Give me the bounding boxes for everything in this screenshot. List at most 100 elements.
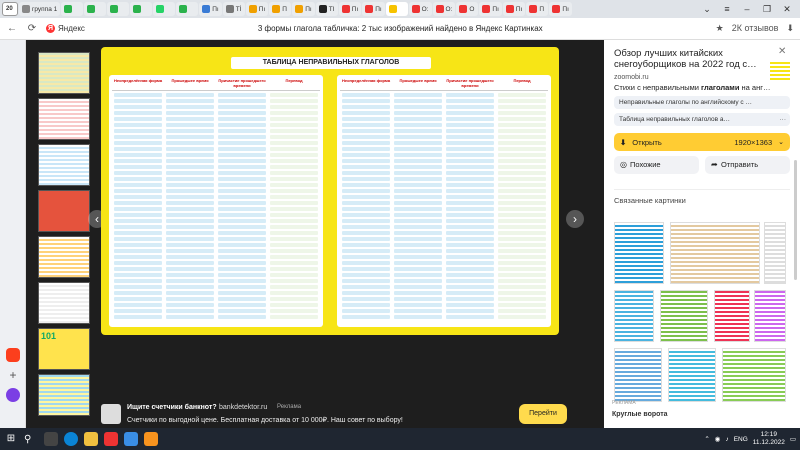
browser-tab[interactable]: О <box>456 2 479 16</box>
thumbnail[interactable] <box>38 52 90 94</box>
bookmark-count[interactable]: 2К отзывов <box>732 23 779 34</box>
table-cell <box>270 285 318 289</box>
related-image[interactable] <box>668 348 716 402</box>
next-image-icon[interactable]: › <box>566 210 584 228</box>
related-image[interactable] <box>714 290 750 342</box>
menu-icon[interactable]: ≡ <box>720 4 734 14</box>
table-cell <box>342 177 390 181</box>
share-button[interactable]: ➦ Отправить <box>705 156 790 174</box>
close-icon[interactable]: ✕ <box>778 46 786 57</box>
browser-tab[interactable] <box>153 2 176 16</box>
browser-tab[interactable] <box>130 2 153 16</box>
ad-title[interactable]: Ищите счетчики банкнот? <box>127 404 217 411</box>
browser-tab[interactable]: П <box>526 2 549 16</box>
add-icon[interactable]: + <box>6 368 20 382</box>
browser-tab[interactable]: Пı <box>245 2 269 16</box>
table-cell <box>270 219 318 223</box>
page-title[interactable]: 3 формы глагола табличка: 2 тыс изображе… <box>93 24 708 33</box>
star-icon[interactable]: ★ <box>716 23 724 34</box>
thumbnail[interactable]: 101 <box>38 328 90 370</box>
minimize-icon[interactable]: – <box>740 4 754 14</box>
table-cell <box>166 267 214 271</box>
related-image[interactable] <box>754 290 786 342</box>
language-indicator[interactable]: ENG <box>734 436 748 443</box>
tab-label: Пı <box>375 5 382 13</box>
yandex-browser-icon[interactable] <box>104 432 118 446</box>
related-image[interactable] <box>614 290 654 342</box>
download-icon[interactable]: ⬇ <box>786 23 794 34</box>
scrollbar[interactable] <box>794 160 797 280</box>
similar-button[interactable]: ◎ Похожие <box>614 156 699 174</box>
chevron-down-icon[interactable]: ⌄ <box>778 138 784 146</box>
thumbnail[interactable] <box>38 374 90 416</box>
ad-go-button[interactable]: Перейти <box>519 404 567 424</box>
source-domain[interactable]: zoomobi.ru <box>614 74 790 81</box>
notifications-icon[interactable]: ▭ <box>790 435 796 443</box>
task-view-icon[interactable] <box>44 432 58 446</box>
table-cell <box>342 159 390 163</box>
maximize-icon[interactable]: ❐ <box>760 4 774 15</box>
app-icon[interactable] <box>144 432 158 446</box>
alice-assistant-icon[interactable] <box>6 388 20 402</box>
ad-domain[interactable]: bankdetektor.ru <box>219 404 267 411</box>
source-title[interactable]: Обзор лучших китайских снегоуборщиков на… <box>614 48 764 72</box>
browser-tab[interactable]: Пı <box>338 2 362 16</box>
ad-caption[interactable]: Круглые ворота <box>612 411 668 418</box>
browser-tab[interactable] <box>61 2 84 16</box>
related-query-chip[interactable]: Неправильные глаголы по английскому с … <box>614 96 790 109</box>
open-button[interactable]: ⬇ Открыть 1920×1363 ⌄ <box>614 133 790 151</box>
browser-tab[interactable] <box>385 2 408 16</box>
thumbnail[interactable] <box>38 282 90 324</box>
related-image[interactable] <box>722 348 786 402</box>
volume-icon[interactable]: ♪ <box>725 436 728 443</box>
browser-tab[interactable] <box>84 2 107 16</box>
yandex-logo[interactable]: Я Яндекс <box>46 24 85 33</box>
main-image[interactable]: ТАБЛИЦА НЕПРАВИЛЬНЫХ ГЛАГОЛОВ Неопределё… <box>101 47 559 335</box>
related-query-chip[interactable]: Таблица неправильных глаголов а… ··· <box>614 113 790 126</box>
browser-tab[interactable]: ТІ <box>315 2 338 16</box>
related-image[interactable] <box>660 290 708 342</box>
table-cell <box>166 117 214 121</box>
network-icon[interactable]: ◉ <box>715 435 721 443</box>
explorer-icon[interactable] <box>84 432 98 446</box>
browser-tab[interactable]: П <box>269 2 292 16</box>
reload-icon[interactable]: ⟳ <box>26 23 38 34</box>
close-window-icon[interactable]: ✕ <box>780 4 794 15</box>
browser-tab[interactable]: Пı <box>292 2 315 16</box>
app-icon[interactable] <box>124 432 138 446</box>
browser-tab[interactable]: О: <box>432 2 456 16</box>
related-image[interactable] <box>670 222 760 284</box>
browser-tab[interactable]: Пı <box>479 2 502 16</box>
thumbnail[interactable] <box>38 98 90 140</box>
mail-icon[interactable] <box>6 348 20 362</box>
clock-date: 11.12.2022 <box>752 439 785 446</box>
thumbnail[interactable] <box>38 190 90 232</box>
thumbnail[interactable] <box>38 144 90 186</box>
related-image[interactable] <box>764 222 786 284</box>
edge-icon[interactable] <box>64 432 78 446</box>
browser-tab[interactable]: Пı <box>362 2 385 16</box>
related-image[interactable] <box>614 222 664 284</box>
browser-tab[interactable] <box>107 2 130 16</box>
source-thumbnail[interactable] <box>770 62 790 80</box>
tab-counter-badge[interactable]: 20 <box>2 2 18 16</box>
browser-tab[interactable]: Пı <box>502 2 526 16</box>
thumbnail[interactable] <box>38 236 90 278</box>
clock[interactable]: 12:19 11.12.2022 <box>753 431 785 447</box>
related-image[interactable] <box>614 348 662 402</box>
more-icon[interactable]: ··· <box>780 113 787 126</box>
table-cell <box>342 93 390 97</box>
browser-tab[interactable]: Тİ <box>222 2 245 16</box>
lens-icon: ◎ <box>620 160 627 169</box>
browser-tab[interactable] <box>176 2 199 16</box>
table-cell <box>166 123 214 127</box>
browser-tab[interactable]: О: <box>408 2 432 16</box>
browser-tab[interactable]: группа 1 <box>19 2 61 16</box>
browser-tab[interactable]: Пı <box>199 2 222 16</box>
search-icon[interactable]: ⚲ <box>24 434 38 445</box>
tabs-menu-icon[interactable]: ⌄ <box>700 4 714 15</box>
windows-start-icon[interactable]: ⊞ <box>4 432 18 446</box>
chevron-up-icon[interactable]: ⌃ <box>704 435 709 443</box>
browser-tab[interactable]: Пı <box>549 2 572 16</box>
back-icon[interactable]: ← <box>6 23 18 34</box>
